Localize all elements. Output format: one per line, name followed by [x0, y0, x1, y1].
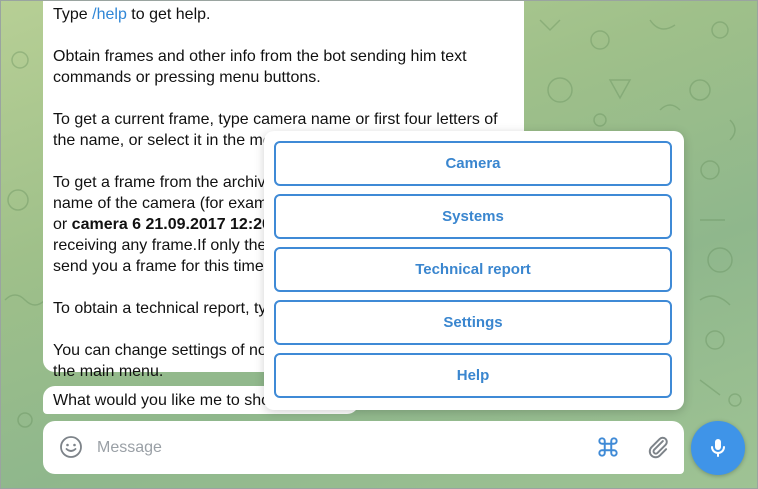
settings-button[interactable]: Settings [274, 300, 672, 345]
settings-line-1: You can change settings of no [53, 342, 267, 359]
commands-paragraph: Obtain frames and other info from the bo… [53, 48, 467, 86]
question-text: What would you like me to sho [53, 392, 270, 409]
help-line: Type /help to get help. [53, 4, 514, 25]
message-composer [43, 421, 684, 474]
archive-example-command: camera 6 21.09.2017 12:20 [71, 216, 271, 233]
technical-report-button[interactable]: Technical report [274, 247, 672, 292]
settings-line-2: the main menu. [53, 363, 164, 380]
archive-line-2: name of the camera (for exam [53, 195, 268, 212]
archive-line-3-prefix: or [53, 216, 72, 233]
archive-line-1: To get a frame from the archiv [53, 174, 266, 191]
message-input[interactable] [95, 433, 539, 463]
help-button[interactable]: Help [274, 353, 672, 398]
help-suffix-text: to get help. [126, 6, 211, 23]
archive-line-5: send you a frame for this time [53, 258, 264, 275]
microphone-icon [711, 439, 725, 457]
command-icon[interactable] [595, 434, 621, 460]
camera-button[interactable]: Camera [274, 141, 672, 186]
help-prefix-text: Type [53, 6, 93, 23]
bot-keyboard-menu: Camera Systems Technical report Settings… [264, 131, 684, 410]
help-command-link[interactable]: /help [92, 6, 127, 23]
systems-button[interactable]: Systems [274, 194, 672, 239]
microphone-button[interactable] [691, 421, 745, 475]
emoji-icon[interactable] [59, 435, 83, 459]
paperclip-icon[interactable] [645, 434, 671, 460]
archive-line-4: receiving any frame.If only the [53, 237, 267, 254]
